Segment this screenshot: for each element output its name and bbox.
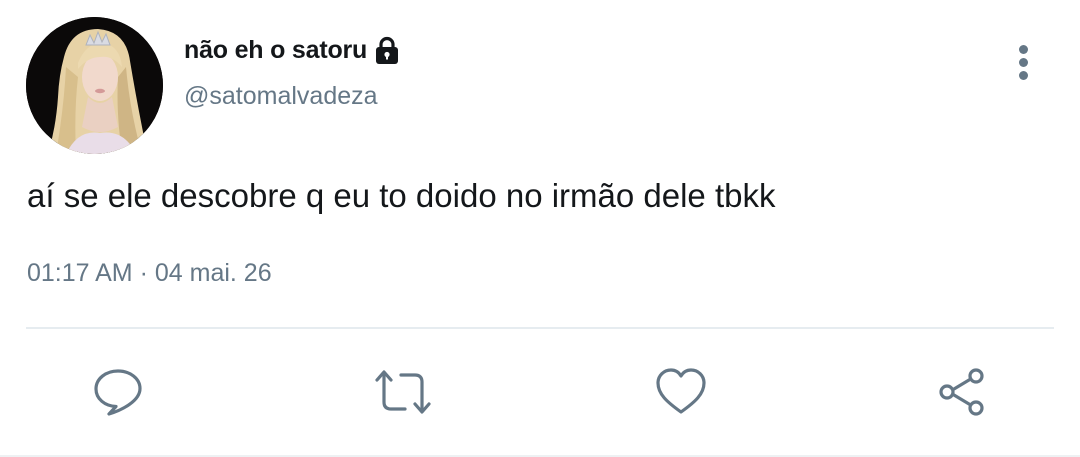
tweet-timestamp: 01:17 AM · 04 mai. 26 (27, 259, 272, 288)
tweet-time: 01:17 AM (27, 259, 133, 287)
avatar-image (26, 17, 163, 154)
retweet-icon (375, 370, 431, 414)
like-button[interactable] (655, 366, 707, 418)
reply-button[interactable] (92, 366, 144, 418)
lock-icon (376, 36, 399, 64)
meta-separator: · (139, 259, 148, 287)
avatar[interactable] (26, 17, 163, 154)
display-name[interactable]: não eh o satoru (184, 36, 367, 65)
retweet-button[interactable] (373, 366, 431, 418)
handle[interactable]: @satomalvadeza (184, 82, 378, 111)
tweet-date: 04 mai. 26 (154, 259, 272, 287)
tweet-text: aí se ele descobre q eu to doido no irmã… (27, 177, 776, 214)
reply-icon (94, 369, 142, 416)
tweet-card: não eh o satoru @satomalvadeza aí se ele… (0, 0, 1080, 457)
divider (26, 327, 1054, 329)
heart-icon (656, 368, 706, 414)
display-name-row: não eh o satoru (184, 30, 400, 70)
share-button[interactable] (936, 366, 988, 418)
share-icon (939, 368, 984, 416)
more-options-button[interactable] (1004, 42, 1044, 82)
